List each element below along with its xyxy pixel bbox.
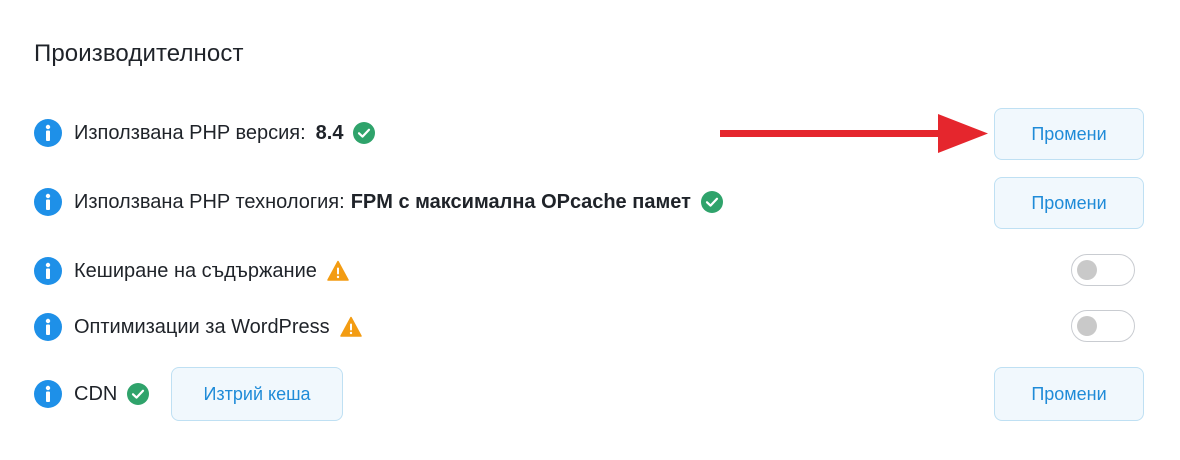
row-php-technology: Използвана PHP технология: FPM с максима… bbox=[34, 186, 723, 218]
annotation-arrow-icon bbox=[720, 114, 990, 154]
check-icon bbox=[353, 122, 376, 144]
toggle-knob bbox=[1077, 316, 1097, 336]
wordpress-optimizations-label: Оптимизации за WordPress bbox=[74, 315, 330, 338]
row-php-version: Използвана PHP версия: 8.4 bbox=[34, 117, 376, 149]
purge-cache-button[interactable]: Изтрий кеша bbox=[171, 367, 343, 421]
info-icon[interactable] bbox=[34, 380, 62, 408]
wordpress-optimizations-toggle[interactable] bbox=[1071, 310, 1135, 342]
info-icon[interactable] bbox=[34, 257, 62, 285]
php-technology-label: Използвана PHP технология: bbox=[74, 190, 345, 213]
row-wordpress-optimizations: Оптимизации за WordPress bbox=[34, 311, 362, 343]
content-caching-toggle[interactable] bbox=[1071, 254, 1135, 286]
php-version-value: 8.4 bbox=[315, 121, 344, 144]
check-icon bbox=[700, 191, 723, 213]
cdn-label: CDN bbox=[74, 382, 118, 405]
content-caching-label: Кеширане на съдържание bbox=[74, 259, 317, 282]
warning-icon bbox=[327, 260, 349, 282]
change-cdn-button[interactable]: Промени bbox=[994, 367, 1144, 421]
info-icon[interactable] bbox=[34, 119, 62, 147]
php-technology-value: FPM с максимална OPcache памет bbox=[350, 190, 691, 213]
section-title: Производителност bbox=[34, 40, 244, 67]
warning-icon bbox=[339, 316, 362, 338]
row-cdn: CDN bbox=[34, 378, 150, 410]
info-icon[interactable] bbox=[34, 313, 62, 341]
change-php-version-button[interactable]: Промени bbox=[994, 108, 1144, 160]
row-content-caching: Кеширане на съдържание bbox=[34, 255, 349, 287]
info-icon[interactable] bbox=[34, 188, 62, 216]
check-icon bbox=[127, 383, 150, 405]
php-version-label: Използвана PHP версия: bbox=[74, 121, 306, 144]
toggle-knob bbox=[1077, 260, 1097, 280]
change-php-technology-button[interactable]: Промени bbox=[994, 177, 1144, 229]
